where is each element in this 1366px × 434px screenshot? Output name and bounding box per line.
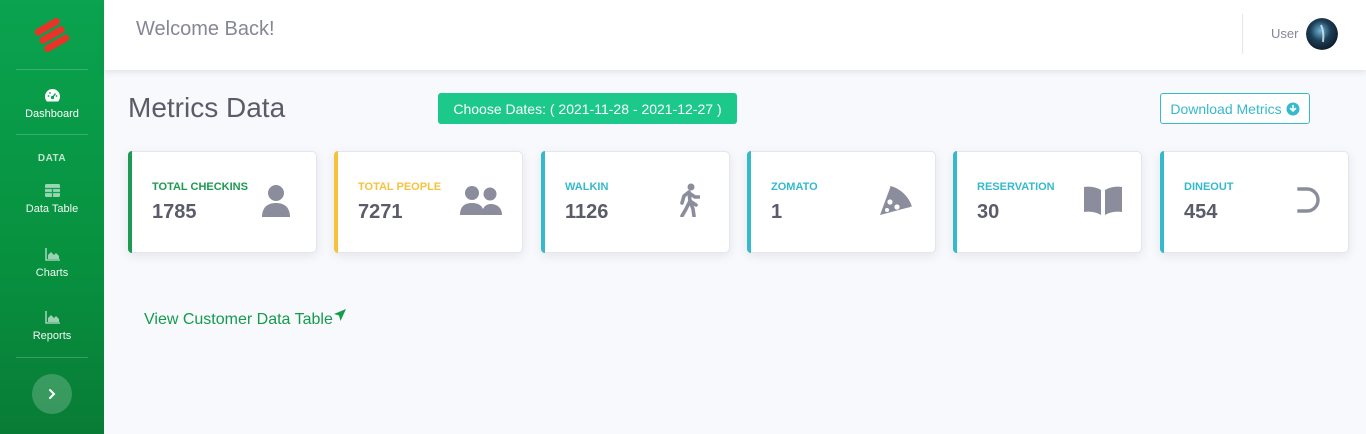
chevron-right-icon bbox=[49, 389, 56, 399]
metric-card-dineout: DINEOUT 454 bbox=[1160, 151, 1349, 253]
card-value: 1126 bbox=[565, 201, 609, 223]
card-accent-bar bbox=[747, 151, 751, 253]
avatar[interactable] bbox=[1306, 18, 1338, 50]
metric-card-reservation: RESERVATION 30 bbox=[953, 151, 1142, 253]
topbar-divider bbox=[1242, 14, 1243, 54]
card-accent-bar bbox=[128, 151, 132, 253]
card-accent-bar bbox=[953, 151, 957, 253]
pizza-icon bbox=[877, 182, 913, 218]
card-title: TOTAL CHECKINS bbox=[152, 181, 248, 193]
page-title: Metrics Data bbox=[128, 92, 286, 123]
walking-icon bbox=[671, 182, 707, 218]
chart-area-icon bbox=[44, 246, 60, 262]
table-icon bbox=[44, 182, 60, 198]
view-customer-data-table-link[interactable]: View Customer Data Table bbox=[144, 309, 347, 329]
sidebar-divider bbox=[16, 357, 88, 358]
metric-card-zomato: ZOMATO 1 bbox=[747, 151, 936, 253]
logo-icon bbox=[34, 18, 70, 52]
metric-card-walkin: WALKIN 1126 bbox=[541, 151, 730, 253]
sidebar-toggle-button[interactable] bbox=[32, 374, 72, 414]
sidebar-divider bbox=[16, 134, 88, 135]
card-title: WALKIN bbox=[565, 181, 609, 193]
dineout-icon bbox=[1290, 182, 1326, 218]
card-title: ZOMATO bbox=[771, 181, 818, 193]
card-value: 30 bbox=[977, 201, 1000, 223]
card-value: 1785 bbox=[152, 201, 197, 223]
sidebar-item-label: Dashboard bbox=[25, 108, 79, 120]
sidebar-item-data-table[interactable]: Data Table bbox=[0, 182, 104, 215]
sidebar-item-label: Data Table bbox=[25, 203, 79, 215]
card-title: RESERVATION bbox=[977, 181, 1055, 193]
topbar: Welcome Back! User bbox=[104, 0, 1366, 70]
card-value: 1 bbox=[771, 201, 783, 223]
view-customer-data-table-label: View Customer Data Table bbox=[144, 311, 333, 328]
sidebar-item-label: Charts bbox=[35, 267, 69, 279]
book-open-icon bbox=[1083, 182, 1123, 218]
sidebar-divider bbox=[16, 69, 88, 70]
download-metrics-button[interactable]: Download Metrics bbox=[1160, 93, 1310, 124]
metric-card-total-people: TOTAL PEOPLE 7271 bbox=[334, 151, 523, 253]
user-name[interactable]: User bbox=[1271, 26, 1298, 41]
location-arrow-icon bbox=[333, 309, 346, 321]
users-icon bbox=[460, 182, 502, 218]
sidebar: Dashboard DATA Data Table Charts Reports bbox=[0, 0, 104, 434]
sidebar-item-dashboard[interactable]: Dashboard bbox=[0, 87, 104, 120]
card-title: TOTAL PEOPLE bbox=[358, 181, 442, 193]
card-value: 454 bbox=[1184, 201, 1218, 223]
sidebar-item-reports[interactable]: Reports bbox=[0, 309, 104, 342]
card-accent-bar bbox=[541, 151, 545, 253]
download-metrics-label: Download Metrics bbox=[1170, 100, 1282, 117]
user-icon bbox=[258, 182, 294, 218]
card-accent-bar bbox=[334, 151, 338, 253]
choose-dates-button[interactable]: Choose Dates: ( 2021-11-28 - 2021-12-27 … bbox=[438, 93, 737, 124]
sidebar-item-label: Reports bbox=[32, 330, 72, 342]
brand-logo[interactable] bbox=[0, 0, 104, 70]
welcome-message: Welcome Back! bbox=[136, 18, 275, 40]
sidebar-heading: DATA bbox=[37, 153, 67, 164]
card-value: 7271 bbox=[358, 201, 403, 223]
card-title: DINEOUT bbox=[1184, 181, 1234, 193]
tachometer-icon bbox=[44, 87, 61, 103]
download-circle-icon bbox=[1286, 102, 1300, 115]
sidebar-item-charts[interactable]: Charts bbox=[0, 246, 104, 279]
card-accent-bar bbox=[1160, 151, 1164, 253]
metric-card-total-checkins: TOTAL CHECKINS 1785 bbox=[128, 151, 317, 253]
chart-area-icon bbox=[44, 309, 60, 325]
